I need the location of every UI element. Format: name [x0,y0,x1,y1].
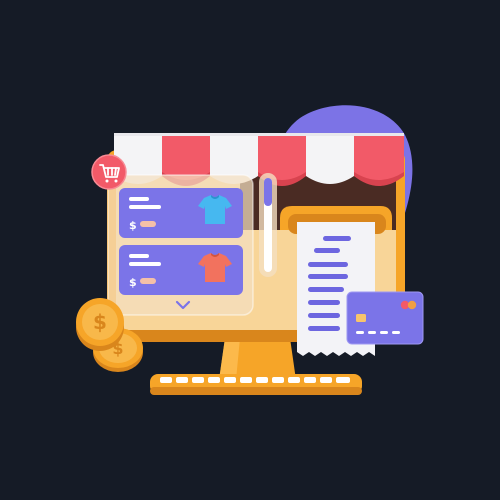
credit-card [346,291,424,345]
scrollbar[interactable] [259,173,277,277]
monitor-stand [219,338,296,380]
chip-icon [356,314,366,322]
ecommerce-illustration: $ $ $ $ [0,0,500,500]
price-currency: $ [129,219,137,232]
product-card[interactable]: $ [119,188,243,238]
price-pill [140,278,156,284]
keyboard [150,374,362,395]
coin-symbol: $ [93,310,107,334]
cart-badge[interactable] [91,154,127,190]
price-pill [140,221,156,227]
price-currency: $ [129,276,137,289]
coin: $ [76,298,124,351]
product-card[interactable]: $ [119,245,243,295]
